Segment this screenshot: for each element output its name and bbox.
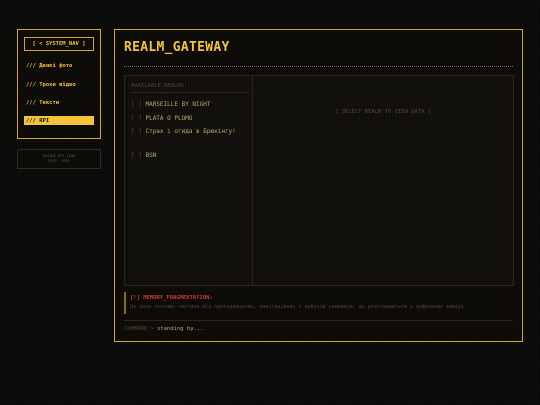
page-title: REALM_GATEWAY xyxy=(124,40,230,55)
realm-item-bsn[interactable]: [ ] BSN xyxy=(131,151,249,161)
realm-content-area: AVAILABLE_REALMS: [ ] MARSEILLE BY NIGHT… xyxy=(124,75,514,286)
memory-alert-title: [!] MEMORY_FRAGMENTATION: xyxy=(130,295,213,301)
nav-back-button[interactable]: [ < SYSTEM_NAV ] xyxy=(24,37,94,51)
realm-item-label: Страх і огида в Брюкінгу! xyxy=(145,128,236,135)
system-nav: [ < SYSTEM_NAV ] /// Деякі фото /// Трох… xyxy=(17,29,101,139)
title-divider xyxy=(124,66,513,67)
command-status: standing by... xyxy=(157,326,204,332)
command-prompt: COMMAND > xyxy=(124,326,154,332)
realm-checkbox-icon: [ ] xyxy=(131,128,142,135)
realm-list: AVAILABLE_REALMS: [ ] MARSEILLE BY NIGHT… xyxy=(125,76,253,285)
nav-item-texts[interactable]: /// Тексти xyxy=(24,98,94,107)
nav-item-videos[interactable]: /// Трохи відео xyxy=(24,80,94,89)
command-line[interactable]: COMMAND > standing by... xyxy=(124,320,513,332)
realm-checkbox-icon: [ ] xyxy=(131,152,142,159)
realm-item-label: MARSEILLE BY NIGHT xyxy=(145,101,211,108)
realm-item-plata[interactable]: [ ] PLATA O PLOMO xyxy=(131,114,249,124)
realm-item-strakh[interactable]: [ ] Страх і огида в Брюкінгу! xyxy=(131,127,249,137)
system-info-line2: EXEC: 2024 xyxy=(48,159,70,163)
realm-gateway-panel: REALM_GATEWAY AVAILABLE_REALMS: [ ] MARS… xyxy=(114,29,523,342)
nav-item-rpi[interactable]: /// RPI xyxy=(24,116,94,125)
nav-item-photos[interactable]: /// Деякі фото xyxy=(24,61,94,70)
realm-item-label: BSN xyxy=(145,152,157,159)
memory-alert-text: Ця зона охоплює частини від пригодницьки… xyxy=(130,304,468,310)
system-info-box: SECURE_RPI_LINK EXEC: 2024 xyxy=(17,149,101,169)
memory-fragmentation-notice: [!] MEMORY_FRAGMENTATION: Ця зона охоплю… xyxy=(124,292,514,314)
realm-checkbox-icon: [ ] xyxy=(131,115,142,122)
realm-item-marseille[interactable]: [ ] MARSEILLE BY NIGHT xyxy=(131,100,249,110)
realm-list-header: AVAILABLE_REALMS: xyxy=(131,83,249,93)
realm-checkbox-icon: [ ] xyxy=(131,101,142,108)
empty-state-message: [ SELECT REALM TO VIEW DATA ] xyxy=(334,109,432,115)
realm-item-label: PLATA O PLOMO xyxy=(145,115,193,122)
